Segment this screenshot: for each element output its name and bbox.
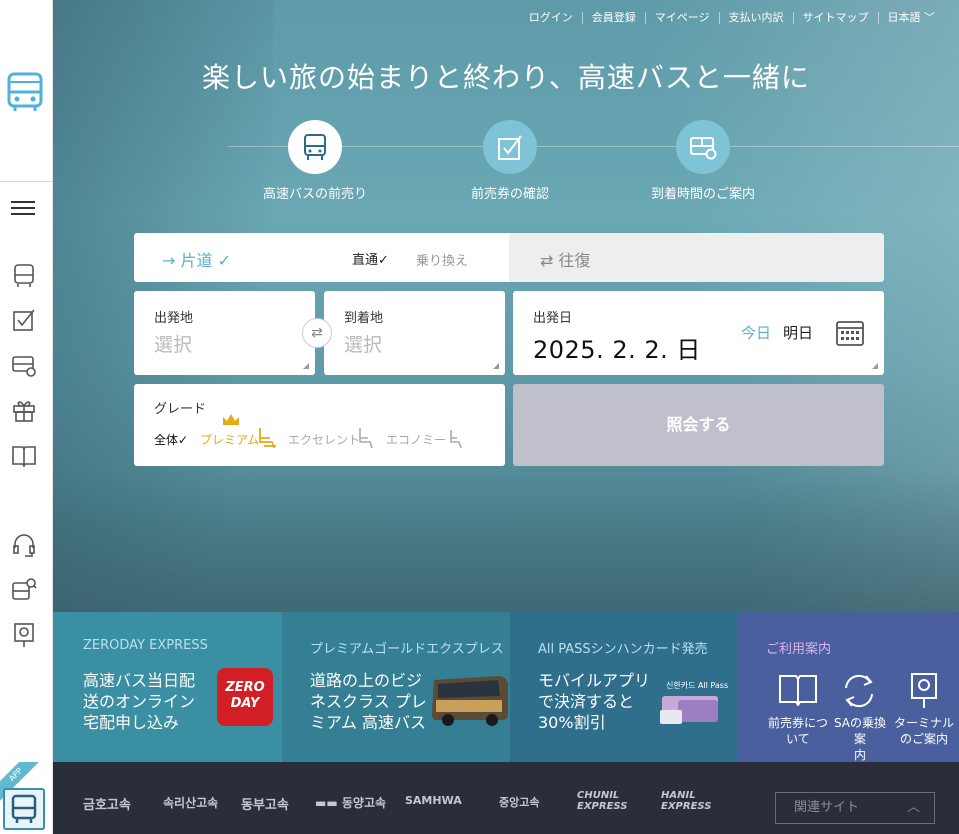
service-advance-booking[interactable] [288, 120, 342, 174]
logo-dongyang[interactable]: ▬▬ 동양고속 [315, 794, 386, 811]
corner-indicator [493, 363, 499, 369]
bus-time-icon [690, 137, 717, 160]
card-label: 신한카드 All Pass [666, 681, 729, 690]
card-image [660, 696, 718, 724]
chevron-up-icon: ︿ [906, 800, 920, 815]
bus-icon [304, 134, 326, 160]
today-button[interactable]: 今日 [741, 322, 771, 343]
language-select[interactable]: 日本語 ﹀ [877, 11, 935, 24]
departure-value: 選択 [154, 334, 193, 356]
headset-icon[interactable] [11, 532, 37, 558]
premium-bus-image [432, 676, 508, 726]
service-arrival-time[interactable] [676, 120, 730, 174]
corner-indicator [303, 363, 309, 369]
grade-label: グレード [154, 402, 207, 417]
app-download[interactable]: APP [0, 762, 53, 834]
terminal-pin-icon[interactable] [11, 622, 37, 648]
promo-allpass[interactable]: All PASSシンハンカード発売 モバイルアプリ で決済すると 30%割引 신… [510, 612, 738, 762]
logo-sokrisan[interactable]: 속리산고속 [163, 794, 218, 811]
usage-guide: ご利用案内 前売券につ いて SAの乗換案 内 ターミナル のご案内 [738, 612, 959, 762]
corner-indicator [872, 363, 878, 369]
refresh-icon[interactable] [840, 672, 878, 710]
transfer-option[interactable]: 乗り換え [416, 250, 468, 269]
app-bus-button[interactable] [3, 788, 45, 830]
bus-icon [11, 794, 37, 823]
bus-logo-icon[interactable] [5, 70, 45, 112]
direct-option[interactable]: 直通✓ [352, 249, 389, 268]
book-icon[interactable] [11, 442, 37, 468]
service-ticket-check[interactable] [483, 120, 537, 174]
grade-excellent[interactable]: エクセレント [288, 431, 360, 448]
related-sites-select[interactable]: 関連サイト ︿ [775, 792, 935, 824]
left-sidebar: APP [0, 0, 53, 834]
bus-search-icon[interactable] [11, 577, 37, 603]
guide-terminal[interactable]: ターミナル のご案内 [893, 715, 955, 747]
chevron-down-icon: ﹀ [924, 11, 935, 24]
logo-jungang[interactable]: 중앙고속 [499, 794, 539, 810]
promo-text: 高速バス当日配 送のオンライン 宅配申し込み [83, 671, 196, 732]
roundtrip-label[interactable]: ⇄ 往復 [540, 247, 591, 271]
top-navigation: ログイン 会員登録 マイページ 支払い内訳 サイトマップ 日本語 ﹀ [520, 12, 935, 24]
footer: 금호고속 속리산고속 동부고속 ▬▬ 동양고속 SAMHWA 중앙고속 CHUN… [53, 762, 959, 834]
service-label-ticket-check: 前売券の確認 [470, 187, 549, 202]
bus-icon[interactable] [11, 262, 37, 288]
calendar-icon[interactable] [836, 319, 864, 347]
logo-dongbu[interactable]: 동부고속 [241, 794, 289, 813]
promo-title: All PASSシンハンカード発売 [538, 642, 708, 657]
logo-samhwa[interactable]: SAMHWA [405, 794, 462, 807]
bus-time-icon[interactable] [11, 352, 37, 378]
promo-text: 道路の上のビジ ネスクラス プレ ミアム 高速バス [310, 671, 427, 732]
gift-icon[interactable] [11, 397, 37, 423]
service-label-advance-booking: 高速バスの前売り [262, 187, 367, 202]
nav-payment-history[interactable]: 支払い内訳 [718, 12, 793, 24]
logo-kumho[interactable]: 금호고속 [83, 794, 131, 813]
service-label-arrival-time: 到着時間のご案内 [650, 187, 755, 202]
seat-economy-icon [450, 430, 462, 449]
menu-icon[interactable] [11, 198, 35, 218]
seat-premium-icon [259, 428, 276, 449]
seat-excellent-icon [359, 428, 373, 449]
checkbox-icon [498, 135, 522, 160]
date-label: 出発日 [533, 311, 573, 326]
promo-title: ZERODAY EXPRESS [83, 638, 208, 653]
guide-title: ご利用案内 [766, 642, 832, 657]
terminal-pin-icon[interactable] [908, 672, 940, 710]
sidebar-divider [0, 181, 53, 182]
zeroday-logo: ZERO DAY [217, 668, 273, 726]
checkbox-icon[interactable] [11, 307, 37, 333]
date-value: 2025. 2. 2. 日 [533, 336, 701, 364]
arrival-label: 到着地 [344, 311, 384, 326]
arrival-value: 選択 [344, 334, 383, 356]
departure-label: 出発地 [154, 311, 194, 326]
grade-premium[interactable]: プレミアム [200, 431, 259, 448]
nav-signup[interactable]: 会員登録 [581, 12, 645, 24]
guide-sa-transfer[interactable]: SAの乗換案 内 [829, 715, 891, 763]
logo-hanil[interactable]: HANIL EXPRESS [661, 790, 731, 812]
promo-text: モバイルアプリ で決済すると 30%割引 [538, 671, 651, 732]
promo-title: プレミアムゴールドエクスプレス [310, 642, 504, 657]
promo-premium-gold[interactable]: プレミアムゴールドエクスプレス 道路の上のビジ ネスクラス プレ ミアム 高速バ… [282, 612, 510, 762]
hero-title: 楽しい旅の始まりと終わり、高速バスと一緒に [202, 61, 810, 94]
nav-mypage[interactable]: マイページ [644, 12, 719, 24]
tomorrow-button[interactable]: 明日 [783, 322, 813, 343]
swap-locations-button[interactable]: ⇄ [302, 318, 332, 348]
nav-login[interactable]: ログイン [520, 12, 582, 24]
grade-panel [134, 384, 505, 466]
grade-economy[interactable]: エコノミー [386, 431, 446, 448]
promo-zeroday[interactable]: ZERODAY EXPRESS 高速バス当日配 送のオンライン 宅配申し込み Z… [53, 612, 282, 762]
book-icon[interactable] [778, 672, 818, 706]
guide-ticket-info[interactable]: 前売券につ いて [767, 715, 829, 747]
query-button[interactable]: 照会する [513, 384, 884, 466]
logo-chunil[interactable]: CHUNIL EXPRESS [577, 790, 647, 812]
crown-icon [223, 414, 239, 425]
grade-all[interactable]: 全体✓ [154, 431, 188, 448]
nav-sitemap[interactable]: サイトマップ [792, 12, 878, 24]
oneway-tab[interactable]: → 片道 ✓ [162, 247, 231, 271]
